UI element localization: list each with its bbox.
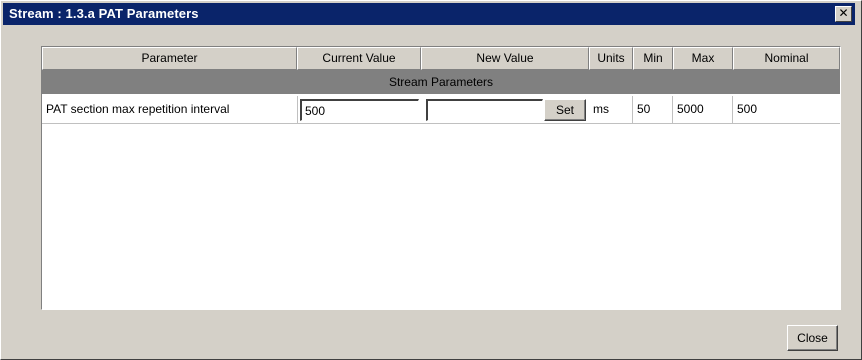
min-value: 50 bbox=[633, 96, 673, 123]
column-header-max[interactable]: Max bbox=[673, 47, 733, 70]
close-icon[interactable]: ✕ bbox=[835, 6, 852, 22]
set-button[interactable]: Set bbox=[544, 99, 586, 121]
parameters-grid: Parameter Current Value New Value Units … bbox=[41, 46, 841, 310]
column-header-current-value[interactable]: Current Value bbox=[297, 47, 421, 70]
parameter-name: PAT section max repetition interval bbox=[42, 96, 298, 123]
new-value-input[interactable] bbox=[426, 99, 543, 121]
group-header-stream-parameters: Stream Parameters bbox=[42, 70, 840, 94]
column-header-new-value[interactable]: New Value bbox=[421, 47, 589, 70]
column-header-parameter[interactable]: Parameter bbox=[42, 47, 297, 70]
nominal-value: 500 bbox=[737, 102, 758, 116]
column-header-units[interactable]: Units bbox=[589, 47, 633, 70]
column-header-min[interactable]: Min bbox=[633, 47, 673, 70]
column-header-row: Parameter Current Value New Value Units … bbox=[42, 47, 840, 70]
max-value: 5000 bbox=[673, 96, 733, 123]
units-value: ms bbox=[589, 96, 633, 123]
column-header-nominal[interactable]: Nominal bbox=[733, 47, 840, 70]
close-button[interactable]: Close bbox=[787, 325, 838, 351]
dialog-window: Stream : 1.3.a PAT Parameters ✕ Paramete… bbox=[0, 0, 862, 360]
window-title: Stream : 1.3.a PAT Parameters bbox=[9, 6, 199, 21]
table-row: PAT section max repetition interval Set … bbox=[42, 96, 840, 124]
current-value-field[interactable] bbox=[300, 99, 419, 121]
title-bar[interactable]: Stream : 1.3.a PAT Parameters ✕ bbox=[3, 3, 855, 25]
